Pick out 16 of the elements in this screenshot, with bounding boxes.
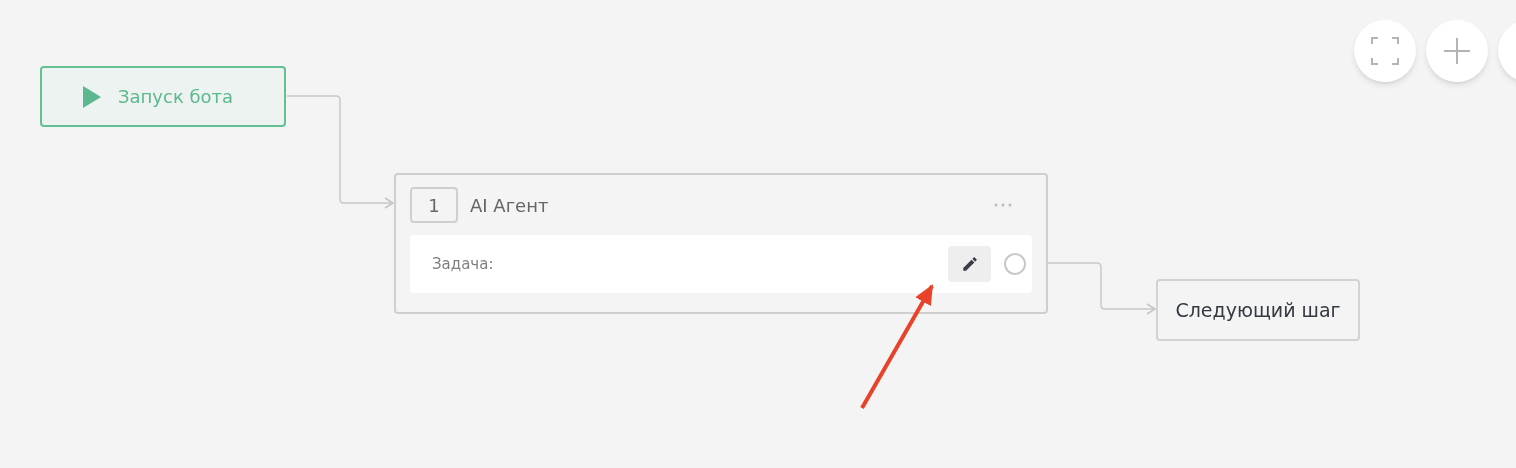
fullscreen-icon	[1371, 37, 1399, 65]
edit-button[interactable]	[948, 246, 991, 282]
zoom-in-button[interactable]	[1426, 20, 1488, 82]
pencil-icon	[960, 255, 979, 273]
agent-node[interactable]: 1 AI Агент Задача:	[394, 173, 1048, 314]
plus-icon	[1443, 37, 1471, 65]
task-label: Задача:	[432, 253, 494, 275]
node-title: Следующий шаг	[1175, 297, 1341, 323]
next-step-node[interactable]: Следующий шаг	[1156, 279, 1360, 341]
node-title: AI Агент	[470, 193, 549, 218]
zoom-to-fit-button[interactable]	[1354, 20, 1416, 82]
node-title: Запуск бота	[118, 85, 234, 109]
play-icon	[82, 84, 102, 109]
output-port[interactable]	[1004, 253, 1026, 275]
more-icon[interactable]	[994, 203, 1012, 207]
step-number: 1	[410, 187, 458, 223]
